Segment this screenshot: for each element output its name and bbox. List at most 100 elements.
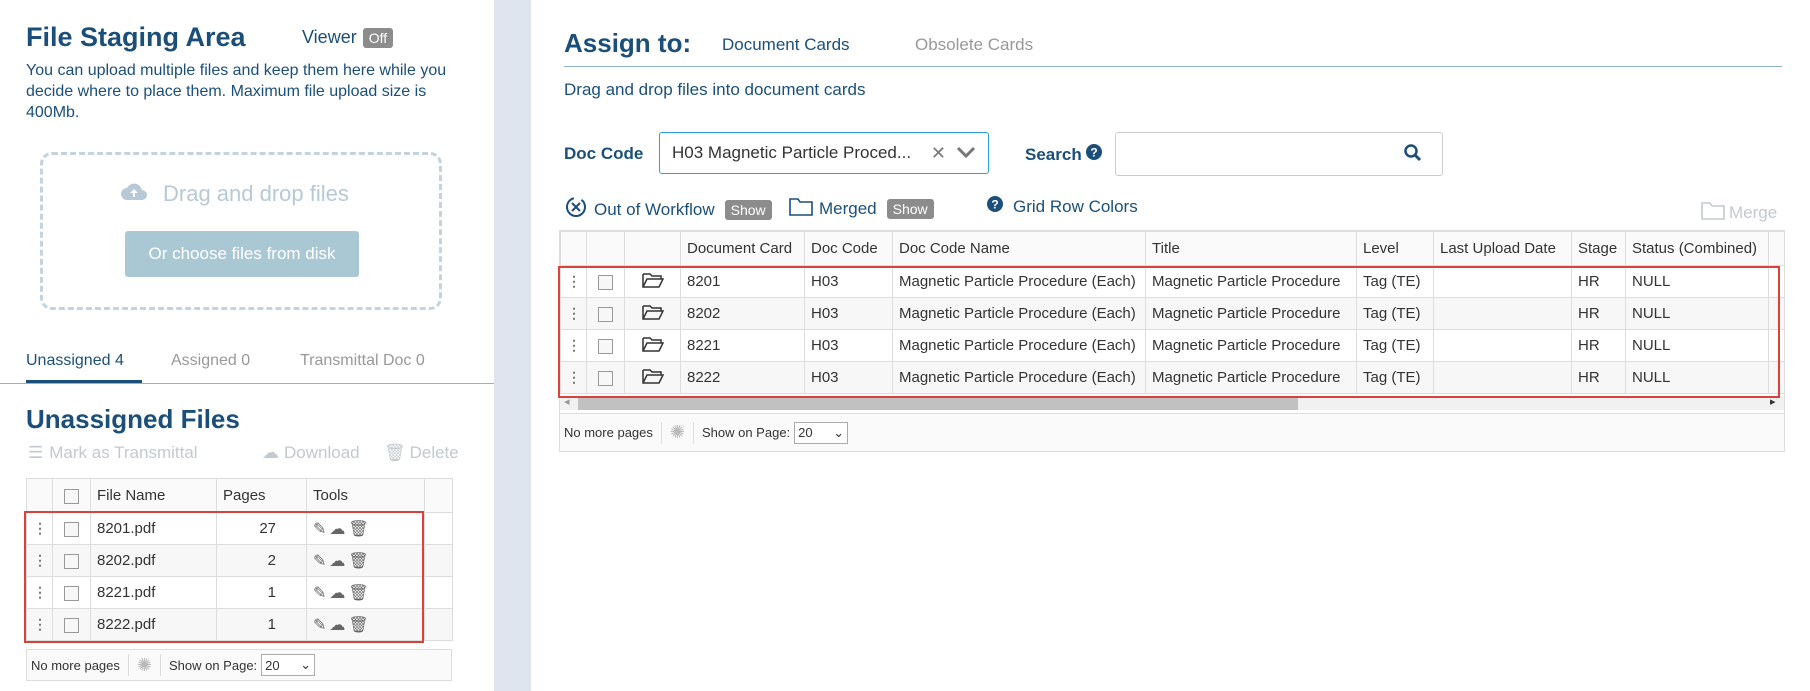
help-icon[interactable]: ? [1085,144,1102,165]
row-checkbox[interactable] [64,585,79,601]
trash-icon[interactable]: 🗑 [348,617,371,634]
column-header-doc-code[interactable]: Doc Code [804,231,893,266]
grid-header-row: File Name Pages Tools [26,478,453,513]
cloud-download-icon[interactable]: ☁ [329,585,348,602]
column-header-title[interactable]: Title [1145,231,1357,266]
table-row[interactable]: ⋮ 8222 H03 Magnetic Particle Procedure (… [560,361,1785,394]
column-header-level[interactable]: Level [1356,231,1434,266]
chevron-down-icon[interactable] [956,143,976,163]
pencil-icon[interactable]: ✎ [313,553,329,570]
viewer-state-badge[interactable]: Off [362,27,394,48]
drag-handle[interactable]: ⋮ [560,361,587,394]
folder-open-icon[interactable] [624,265,681,298]
cloud-download-icon[interactable]: ☁ [329,553,348,570]
file-name-cell: 8201.pdf [90,512,217,545]
search-input[interactable] [1115,132,1443,176]
trash-icon[interactable]: 🗑 [348,521,371,538]
out-of-workflow-toggle[interactable]: Out of Workflow Show [564,196,772,223]
staging-description: You can upload multiple files and keep t… [26,62,447,121]
pencil-icon[interactable]: ✎ [313,617,329,634]
column-header-status[interactable]: Status (Combined) [1625,231,1769,266]
folder-open-icon[interactable] [624,297,681,330]
row-checkbox[interactable] [64,617,79,633]
folder-open-icon[interactable] [624,361,681,394]
header-select-all[interactable] [52,478,91,513]
table-row[interactable]: ⋮ 8202 H03 Magnetic Particle Procedure (… [560,297,1785,330]
panel-divider[interactable] [494,0,531,691]
tab-unassigned[interactable]: Unassigned 4 [26,352,124,370]
tab-obsolete-cards[interactable]: Obsolete Cards [915,35,1033,55]
page-size-select[interactable]: 20 ⌄ [261,654,316,676]
title-cell: Magnetic Particle Procedure [1145,361,1357,394]
grid-row-colors-link[interactable]: ? Grid Row Colors [987,196,1138,217]
trash-icon[interactable]: 🗑 [348,553,371,570]
assign-panel: Assign to: Document Cards Obsolete Cards… [531,0,1810,691]
column-header-stage[interactable]: Stage [1571,231,1626,266]
level-cell: Tag (TE) [1356,297,1434,330]
row-checkbox[interactable] [64,553,79,569]
column-header-doc-code-name[interactable]: Doc Code Name [892,231,1146,266]
row-checkbox[interactable] [598,370,613,386]
horizontal-scrollbar[interactable]: ◂ ▸ [560,396,1784,410]
select-all-checkbox[interactable] [64,488,79,504]
svg-text:?: ? [1090,146,1097,160]
tab-document-cards[interactable]: Document Cards [722,35,850,55]
drag-handle[interactable]: ⋮ [560,265,587,298]
mark-transmittal-button[interactable]: ☰ Mark as Transmittal [28,443,198,463]
column-header-document-card[interactable]: Document Card [680,231,805,266]
search-icon[interactable] [1404,144,1422,167]
merged-badge[interactable]: Show [886,198,934,219]
clear-icon[interactable]: ✕ [931,143,946,164]
table-row[interactable]: ⋮ 8221.pdf 1 ✎☁🗑 [26,576,453,609]
drag-handle[interactable]: ⋮ [26,512,53,545]
cloud-download-icon[interactable]: ☁ [329,617,348,634]
tab-assigned[interactable]: Assigned 0 [171,352,250,370]
document-card-cell: 8222 [680,361,805,394]
row-checkbox[interactable] [64,521,79,537]
doc-code-select[interactable]: H03 Magnetic Particle Proced... ✕ [659,132,989,174]
tabs-divider [564,66,1782,67]
table-row[interactable]: ⋮ 8221 H03 Magnetic Particle Procedure (… [560,329,1785,362]
table-row[interactable]: ⋮ 8201.pdf 27 ✎☁🗑 [26,512,453,545]
table-row[interactable]: ⋮ 8202.pdf 2 ✎☁🗑 [26,544,453,577]
row-checkbox[interactable] [598,338,613,354]
drag-handle[interactable]: ⋮ [560,329,587,362]
out-of-workflow-label: Out of Workflow [594,199,715,219]
row-checkbox[interactable] [598,274,613,290]
level-cell: Tag (TE) [1356,361,1434,394]
row-checkbox[interactable] [598,306,613,322]
viewer-toggle[interactable]: Viewer Off [302,27,394,48]
drag-handle[interactable]: ⋮ [560,297,587,330]
search-label: Search [1025,144,1082,164]
merged-toggle[interactable]: Merged Show [789,196,934,221]
table-row[interactable]: ⋮ 8222.pdf 1 ✎☁🗑 [26,608,453,641]
scroll-left-icon[interactable]: ◂ [564,395,570,408]
left-pager: No more pages ✺ Show on Page: 20 ⌄ [26,649,452,681]
file-dropzone[interactable]: Drag and drop files Or choose files from… [40,152,442,310]
drag-handle[interactable]: ⋮ [26,544,53,577]
download-button[interactable]: ☁ Download [262,443,360,463]
table-row[interactable]: ⋮ 8201 H03 Magnetic Particle Procedure (… [560,265,1785,298]
column-header-file-name[interactable]: File Name [90,478,217,513]
folder-open-icon[interactable] [624,329,681,362]
tab-transmittal[interactable]: Transmittal Doc 0 [300,352,425,370]
pages-cell: 27 [216,512,307,545]
doc-code-cell: H03 [804,329,893,362]
cloud-download-icon[interactable]: ☁ [329,521,348,538]
column-header-pages[interactable]: Pages [216,478,307,513]
out-of-workflow-badge[interactable]: Show [724,199,772,220]
pencil-icon[interactable]: ✎ [313,521,329,538]
file-staging-panel: File Staging Area Viewer Off You can upl… [0,0,494,691]
merge-button[interactable]: Merge [1701,200,1777,225]
page-size-select[interactable]: 20 ⌄ [794,421,849,444]
choose-files-button[interactable]: Or choose files from disk [125,231,359,277]
scrollbar-thumb[interactable] [578,398,1298,410]
column-header-last-upload-date[interactable]: Last Upload Date [1433,231,1572,266]
delete-button[interactable]: 🗑 Delete [384,443,459,463]
pencil-icon[interactable]: ✎ [313,585,329,602]
drag-handle[interactable]: ⋮ [26,576,53,609]
drag-handle[interactable]: ⋮ [26,608,53,641]
scroll-right-icon[interactable]: ▸ [1770,395,1776,408]
trash-icon[interactable]: 🗑 [348,585,371,602]
file-name-cell: 8221.pdf [90,576,217,609]
